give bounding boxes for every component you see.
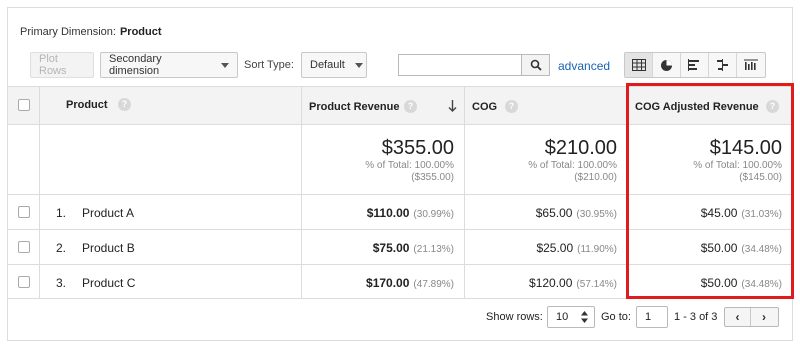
total-cog: $210.00 % of Total: 100.00% ($210.00) (465, 125, 628, 194)
sort-type-dropdown[interactable]: Default (301, 52, 367, 78)
cog-value: $65.00 (30.95%) (535, 206, 617, 220)
table-view-icon[interactable] (625, 53, 653, 77)
header-product-label: Product (66, 99, 108, 111)
advanced-filter-link[interactable]: advanced (558, 59, 610, 73)
select-all-checkbox[interactable] (18, 99, 30, 111)
select-all-cell (8, 87, 40, 124)
cog-value: $120.00 (57.14%) (529, 276, 617, 290)
search-icon (530, 59, 542, 71)
stepper-icon (581, 311, 588, 323)
header-product[interactable]: Product ? (40, 87, 302, 124)
pivot-view-icon[interactable] (737, 53, 765, 77)
table-search (398, 54, 550, 76)
row-checkbox[interactable] (18, 276, 30, 288)
show-rows-value: 10 (556, 311, 569, 323)
show-rows-label: Show rows: (486, 311, 543, 323)
secondary-dimension-label: Secondary dimension (109, 53, 162, 77)
total-absolute: ($210.00) (574, 172, 617, 183)
show-rows-select[interactable]: 10 (547, 306, 595, 328)
pagination-range: 1 - 3 of 3 (674, 311, 718, 323)
product-link[interactable]: Product C (82, 276, 135, 290)
next-page-button[interactable]: › (751, 308, 777, 326)
row-rank: 3. (56, 276, 67, 290)
sort-descending-icon (448, 100, 457, 112)
row-rank: 2. (56, 241, 67, 255)
primary-dimension-label: Primary Dimension: (20, 26, 116, 38)
header-cog-label: COG (472, 101, 498, 113)
revenue-value: $170.00 (47.89%) (366, 276, 454, 290)
chevron-down-icon (221, 62, 229, 68)
goto-value: 1 (645, 311, 652, 323)
highlight-box (626, 83, 794, 299)
total-product-revenue: $355.00 % of Total: 100.00% ($355.00) (302, 125, 465, 194)
comparison-view-icon[interactable] (709, 53, 737, 77)
product-link[interactable]: Product A (82, 206, 134, 220)
total-percent: % of Total: 100.00% (528, 160, 617, 171)
revenue-value: $110.00 (30.99%) (366, 206, 454, 220)
row-rank: 1. (56, 206, 67, 220)
sort-type-label: Sort Type: (244, 59, 294, 71)
chevron-down-icon (354, 62, 363, 68)
goto-input[interactable]: 1 (636, 306, 668, 328)
header-product-revenue[interactable]: Product Revenue ? (302, 87, 465, 124)
pagination-controls: ‹ › (724, 307, 779, 327)
secondary-dimension-dropdown[interactable]: Secondary dimension (100, 52, 238, 78)
goto-label: Go to: (601, 311, 631, 323)
row-checkbox[interactable] (18, 206, 30, 218)
search-button[interactable] (521, 55, 549, 75)
row-checkbox[interactable] (18, 241, 30, 253)
help-icon[interactable]: ? (404, 100, 417, 113)
help-icon[interactable]: ? (118, 98, 131, 111)
header-cog[interactable]: COG ? (465, 87, 628, 124)
total-percent: % of Total: 100.00% (365, 160, 454, 171)
primary-dimension: Primary Dimension: Product (20, 26, 162, 38)
sort-type-value: Default (310, 59, 345, 71)
total-absolute: ($355.00) (411, 172, 454, 183)
prev-page-button[interactable]: ‹ (725, 308, 751, 326)
search-input[interactable] (399, 55, 521, 75)
primary-dimension-value[interactable]: Product (120, 26, 162, 38)
pie-view-icon[interactable] (653, 53, 681, 77)
help-icon[interactable]: ? (505, 100, 518, 113)
revenue-value: $75.00 (21.13%) (372, 241, 454, 255)
total-value: $210.00 (544, 137, 617, 159)
plot-rows-button[interactable]: Plot Rows (30, 52, 94, 78)
header-product-revenue-label: Product Revenue (309, 101, 400, 113)
total-value: $355.00 (381, 137, 454, 159)
cog-value: $25.00 (11.90%) (536, 241, 617, 255)
performance-view-icon[interactable] (681, 53, 709, 77)
product-link[interactable]: Product B (82, 241, 135, 255)
table-footer: Show rows: 10 Go to: 1 1 - 3 of 3 ‹ › (8, 304, 792, 336)
view-switcher (624, 52, 766, 78)
